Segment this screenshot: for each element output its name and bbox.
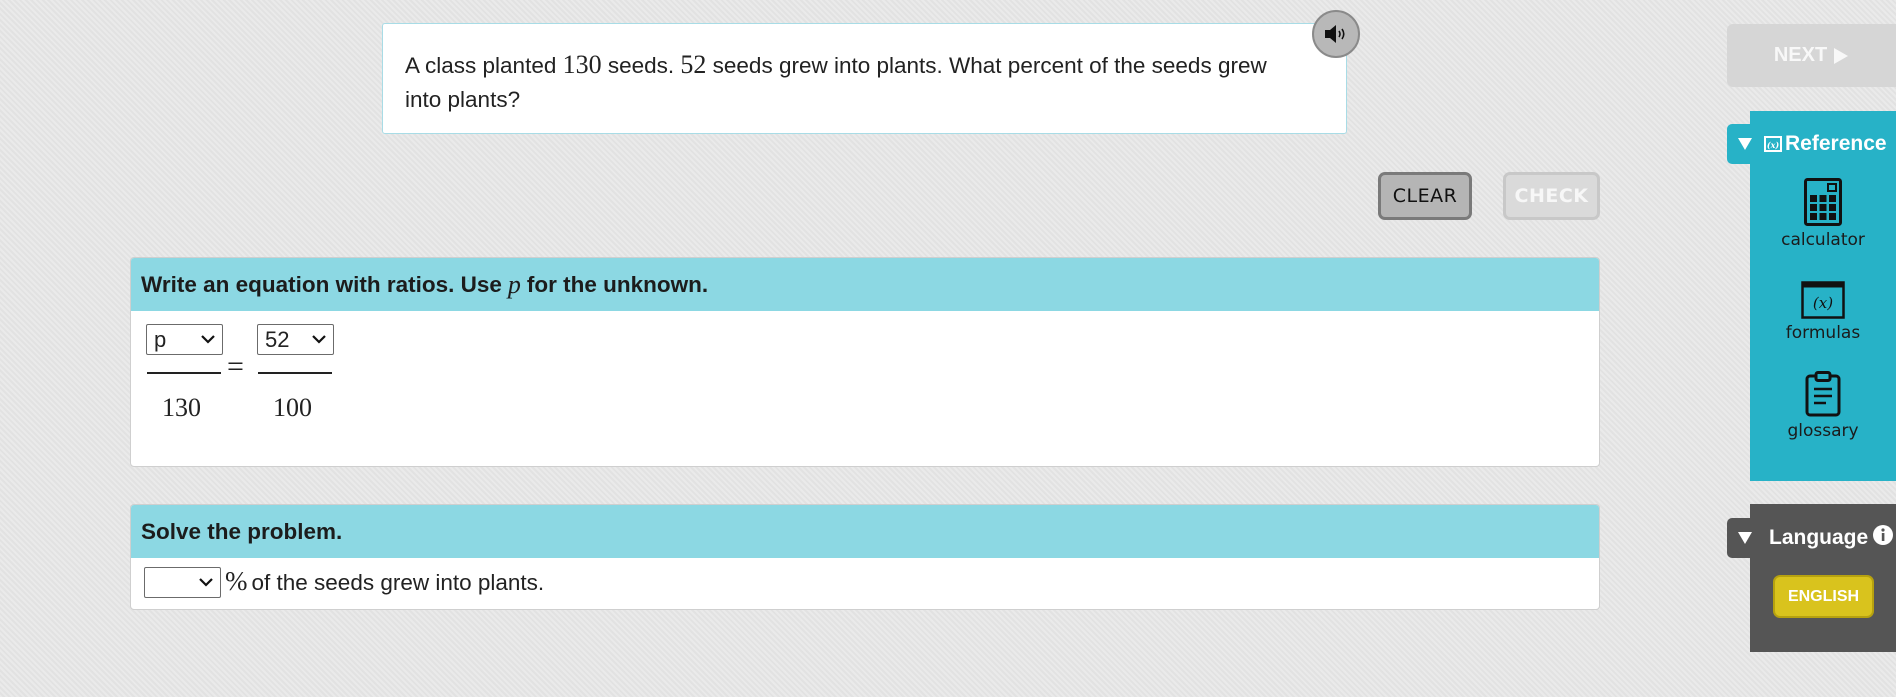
triangle-down-icon	[1738, 532, 1752, 544]
left-numerator-value: p	[154, 326, 167, 352]
right-numerator-select[interactable]: 52	[257, 324, 334, 355]
triangle-down-icon	[1738, 138, 1752, 150]
glossary-icon	[1805, 371, 1841, 417]
reference-tab-label: Reference	[1785, 132, 1887, 155]
svg-text:(x): (x)	[1767, 140, 1780, 150]
right-fraction-bar	[258, 372, 332, 374]
question-number-2: 52	[680, 50, 707, 79]
play-arrow-icon	[1834, 47, 1849, 64]
english-button[interactable]: ENGLISH	[1773, 575, 1874, 618]
chevron-down-icon	[312, 335, 326, 344]
formulas-tool[interactable]: (x) formulas	[1750, 281, 1896, 343]
check-button[interactable]: CHECK	[1503, 172, 1600, 220]
formulas-label: formulas	[1785, 323, 1861, 343]
answer-sentence: % of the seeds grew into plants.	[225, 566, 544, 597]
right-denominator: 100	[273, 393, 312, 422]
percent-symbol: %	[225, 566, 248, 596]
glossary-tool[interactable]: glossary	[1750, 371, 1896, 441]
clear-button[interactable]: CLEAR	[1378, 172, 1472, 220]
question-text-2: seeds.	[601, 53, 681, 78]
solve-panel-header: Solve the problem.	[131, 505, 1599, 558]
question-number-1: 130	[562, 50, 602, 79]
answer-select[interactable]	[144, 567, 221, 598]
info-icon[interactable]	[1872, 524, 1894, 546]
left-denominator: 130	[162, 393, 201, 422]
question-text-1: A class planted	[405, 53, 563, 78]
glossary-label: glossary	[1787, 421, 1859, 441]
left-fraction-bar	[147, 372, 221, 374]
equation-header-prefix: Write an equation with ratios. Use	[141, 271, 502, 297]
chevron-down-icon	[199, 578, 213, 587]
equals-sign: =	[227, 350, 244, 383]
svg-text:(x): (x)	[1813, 294, 1833, 312]
formulas-icon: (x)	[1801, 281, 1845, 319]
reference-tab[interactable]: (x) Reference	[1727, 124, 1896, 164]
calculator-label: calculator	[1781, 230, 1865, 250]
answer-sentence-text: of the seeds grew into plants.	[251, 570, 545, 595]
next-button[interactable]: NEXT	[1727, 24, 1896, 87]
right-numerator-value: 52	[265, 326, 290, 352]
chevron-down-icon	[201, 335, 215, 344]
speaker-icon	[1325, 25, 1345, 43]
next-label: NEXT	[1773, 44, 1828, 66]
solve-panel: Solve the problem. % of the seeds grew i…	[130, 504, 1600, 610]
language-tab[interactable]: Language	[1727, 518, 1896, 558]
reference-icon: (x)	[1764, 136, 1782, 152]
calculator-icon	[1804, 178, 1842, 226]
audio-button[interactable]	[1312, 10, 1360, 58]
left-numerator-select[interactable]: p	[146, 324, 223, 355]
language-tab-label: Language	[1769, 526, 1869, 549]
question-box: A class planted 130 seeds. 52 seeds grew…	[382, 23, 1347, 134]
equation-panel-header: Write an equation with ratios. Use p for…	[131, 258, 1599, 311]
equation-panel: Write an equation with ratios. Use p for…	[130, 257, 1600, 467]
equation-header-suffix: for the unknown.	[526, 271, 709, 297]
equation-header-variable: p	[507, 269, 521, 299]
calculator-tool[interactable]: calculator	[1750, 178, 1896, 250]
